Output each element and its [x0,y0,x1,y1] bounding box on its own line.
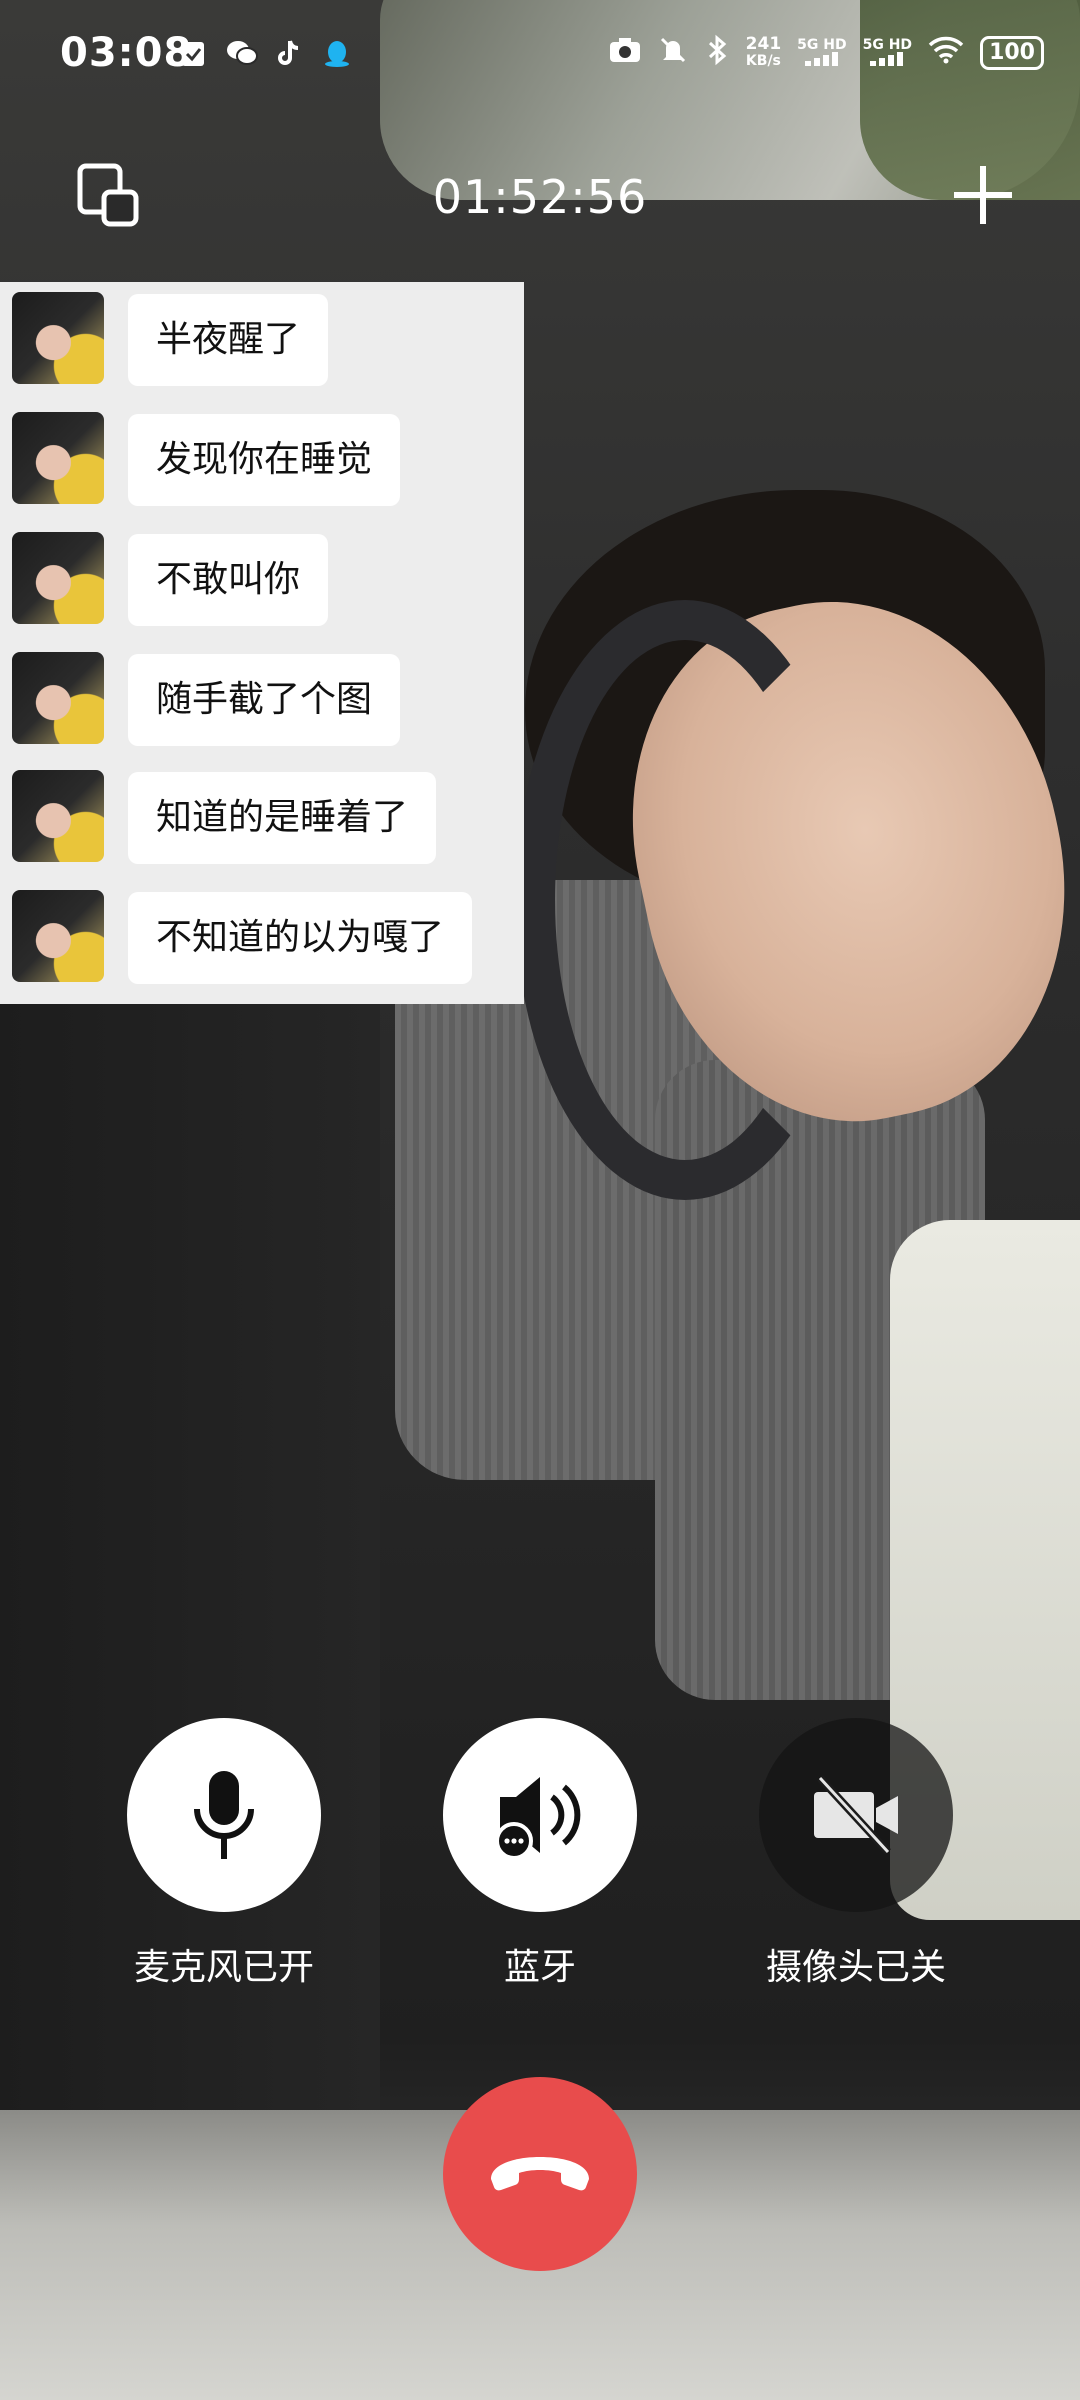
battery-indicator: 100 [980,36,1044,70]
mic-button[interactable] [127,1718,321,1912]
bluetooth-speaker-icon [495,1777,581,1860]
headphone-shape [515,600,855,1200]
status-right: 241 KB/s 5G HD 5G HD 100 [608,34,1044,72]
net-speed-unit: KB/s [745,53,781,69]
camera-control: 摄像头已关 [756,1718,956,1990]
sim2-label: 5G HD [862,36,913,53]
message-bubble: 发现你在睡觉 [128,414,401,506]
chat-message: 知道的是睡着了 [0,770,524,864]
speaker-control: 蓝牙 [440,1718,640,1990]
camera-off-icon [814,1775,898,1855]
net-speed-value: 241 [745,34,782,54]
tiktok-icon [274,38,304,68]
avatar[interactable] [12,890,104,982]
net-speed: 241 KB/s [746,36,782,70]
call-top-bar: 01:52:56 [0,150,1080,250]
status-time: 03:08 [60,30,193,76]
avatar[interactable] [12,412,104,504]
chat-message: 不知道的以为嘎了 [0,890,524,984]
chat-message: 随手截了个图 [0,652,524,746]
camera-status-icon [608,36,642,70]
chat-message: 不敢叫你 [0,532,524,626]
speaker-label: 蓝牙 [503,1947,576,1988]
hang-up-icon [491,2157,589,2191]
avatar[interactable] [12,770,104,862]
message-bubble: 知道的是睡着了 [128,772,437,864]
hang-up-button[interactable] [443,2077,637,2271]
bluetooth-speaker-button[interactable] [443,1718,637,1912]
avatar[interactable] [12,652,104,744]
sim1-signal: 5G HD [797,36,847,69]
chat-message: 发现你在睡觉 [0,412,524,506]
avatar[interactable] [12,532,104,624]
mic-label: 麦克风已开 [133,1947,314,1988]
message-bubble: 半夜醒了 [128,294,329,386]
mic-control: 麦克风已开 [124,1718,324,1990]
chat-overlay[interactable]: 半夜醒了 发现你在睡觉 不敢叫你 随手截了个图 知道的是睡着了 不知道的以为嘎了 [0,282,524,1004]
camera-label: 摄像头已关 [765,1947,946,1988]
notification-icons [178,38,352,68]
sim1-label: 5G HD [797,36,847,53]
avatar[interactable] [12,292,104,384]
camera-toggle-button[interactable] [759,1718,953,1912]
mute-icon [658,35,688,71]
message-bubble: 不敢叫你 [128,534,329,626]
qq-icon [322,38,352,68]
clipboard-icon [178,38,208,68]
sim2-signal: 5G HD [863,38,912,69]
add-icon[interactable] [950,162,1016,228]
message-bubble: 不知道的以为嘎了 [128,892,473,984]
bluetooth-icon [704,34,730,72]
message-bubble: 随手截了个图 [128,654,401,746]
wechat-icon [226,38,258,68]
wifi-icon [928,36,964,70]
microphone-icon [194,1771,254,1859]
status-bar: 03:08 241 KB/s 5G HD 5G HD 100 [0,0,1080,120]
call-duration: 01:52:56 [432,170,648,224]
chat-message: 半夜醒了 [0,292,524,386]
